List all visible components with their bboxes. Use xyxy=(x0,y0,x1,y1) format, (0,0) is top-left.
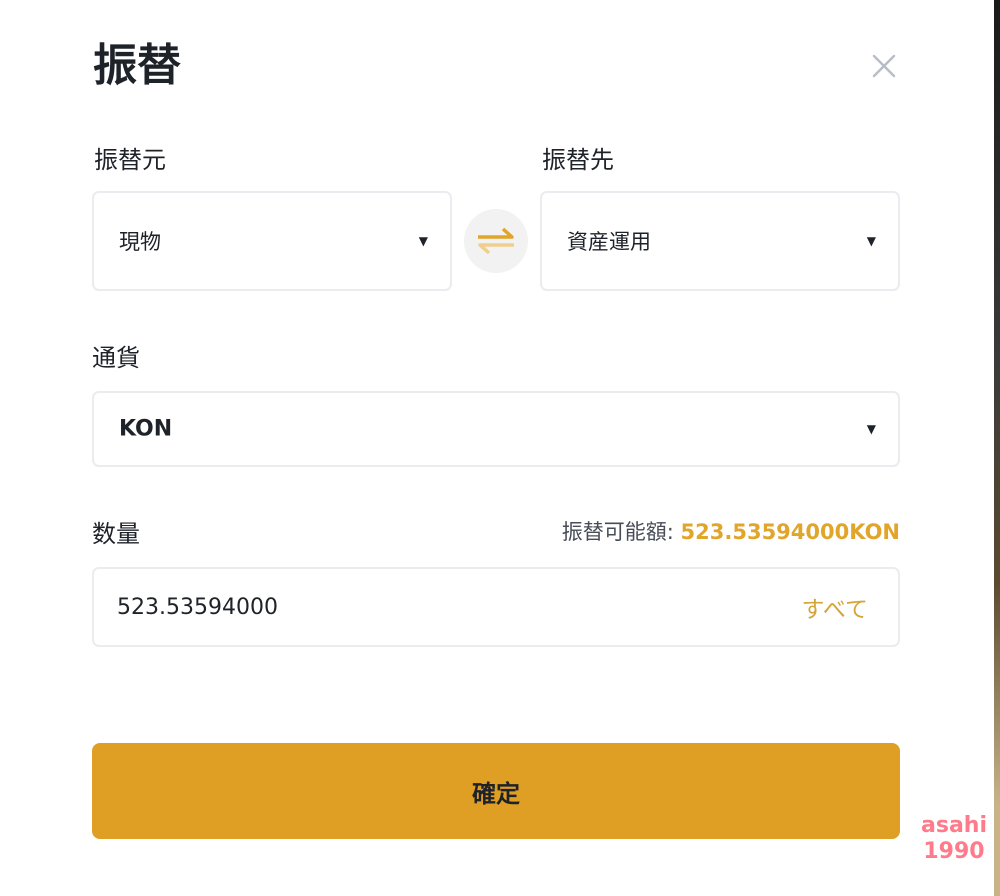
available-label: 振替可能額: xyxy=(561,520,674,544)
amount-label: 数量 xyxy=(92,520,140,548)
max-amount-button[interactable]: すべて xyxy=(802,590,868,624)
from-account-select[interactable]: 現物 ▼ xyxy=(92,191,452,291)
dialog-title: 振替 xyxy=(93,40,181,91)
confirm-button[interactable]: 確定 xyxy=(92,743,900,839)
swap-button[interactable] xyxy=(464,209,528,273)
swap-arrows-icon xyxy=(478,227,514,255)
from-account-value: 現物 xyxy=(119,230,161,254)
chevron-down-icon: ▼ xyxy=(866,422,876,436)
amount-input[interactable] xyxy=(117,587,717,627)
watermark-line2: 1990 xyxy=(923,839,985,864)
to-label: 振替先 xyxy=(542,146,614,174)
chevron-down-icon: ▼ xyxy=(866,234,876,248)
to-account-select[interactable]: 資産運用 ▼ xyxy=(540,191,900,291)
currency-select[interactable]: KON ▼ xyxy=(92,391,900,467)
close-icon[interactable] xyxy=(866,48,902,84)
currency-value: KON xyxy=(119,416,173,442)
to-account-value: 資産運用 xyxy=(567,230,651,254)
available-value: 523.53594000KON xyxy=(680,520,900,544)
watermark: asahi 1990 xyxy=(914,813,994,865)
watermark-line1: asahi xyxy=(921,813,987,838)
background-window-edge xyxy=(994,0,1000,896)
available-balance: 振替可能額: 523.53594000KON xyxy=(562,516,900,548)
currency-label: 通貨 xyxy=(92,344,140,372)
amount-field: すべて xyxy=(92,567,900,647)
from-label: 振替元 xyxy=(94,146,166,174)
chevron-down-icon: ▼ xyxy=(418,234,428,248)
